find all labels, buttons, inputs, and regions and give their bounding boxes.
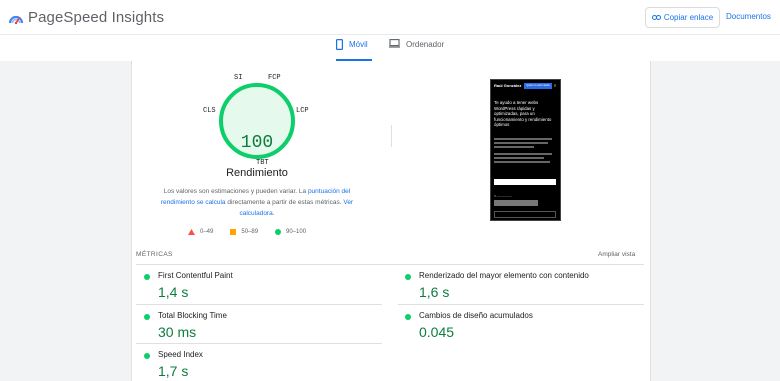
- metric-value: 0.045: [419, 324, 455, 340]
- tab-desktop[interactable]: Ordenador: [389, 39, 451, 61]
- screenshot-input-1: [494, 179, 556, 185]
- top-bar: PageSpeed Insights Copiar enlace Documen…: [0, 0, 780, 35]
- hamburger-menu-icon: ≡: [554, 83, 557, 88]
- screenshot-gray-bar: [494, 200, 538, 206]
- pagespeed-logo-icon: [9, 15, 23, 24]
- performance-title: Rendimiento: [226, 167, 288, 179]
- vertical-divider: [391, 125, 392, 147]
- gauge-tag-si: SI: [234, 74, 243, 82]
- gauge-tag-lcp: LCP: [296, 107, 309, 115]
- device-tabs: Móvil Ordenador: [0, 35, 780, 61]
- metric-name: Total Blocking Time: [158, 311, 227, 320]
- description-text-1: Los valores son estimaciones y pueden va…: [163, 188, 308, 195]
- link-icon: [651, 15, 661, 20]
- metric-value: 30 ms: [158, 324, 197, 340]
- description-text-2: directamente a partir de estas métricas.: [225, 199, 344, 206]
- metric-value: 1,6 s: [419, 284, 450, 300]
- score-description: Los valores son estimaciones y pueden va…: [154, 186, 360, 219]
- metric-value: 1,7 s: [158, 363, 189, 379]
- smartphone-icon: [336, 39, 343, 50]
- metric-status-good-icon: [405, 314, 411, 320]
- metric-status-good-icon: [144, 353, 150, 359]
- tab-desktop-label: Ordenador: [406, 40, 445, 49]
- metric-value: 1,4 s: [158, 284, 189, 300]
- metric-name: Speed Index: [158, 350, 203, 359]
- square-icon: [230, 229, 237, 235]
- app-logo[interactable]: PageSpeed Insights: [9, 9, 164, 26]
- legend-range-good: 90–100: [286, 229, 307, 235]
- metric-status-good-icon: [144, 314, 150, 320]
- legend-item-good: 90–100: [275, 229, 306, 235]
- metric-name: Renderizado del mayor elemento con conte…: [419, 271, 589, 280]
- metrics-divider-left: [136, 304, 382, 305]
- metric-name: First Contentful Paint: [158, 271, 233, 280]
- screenshot-header-button: Quiero tu web rápida: [524, 83, 552, 89]
- tab-mobile-label: Móvil: [349, 40, 368, 49]
- screenshot-box: [494, 211, 556, 218]
- screenshot-heading: Te ayudo a tener webs WordPress rápidas …: [494, 100, 552, 127]
- screenshot-site-name: Raúl González: [494, 83, 522, 88]
- gauge-tag-fcp: FCP: [268, 74, 281, 82]
- metric-status-good-icon: [144, 274, 150, 280]
- metrics-divider-right: [398, 304, 644, 305]
- metrics-divider-left-2: [136, 343, 382, 344]
- screenshot-checkbox: ☐ ——————: [494, 195, 512, 198]
- gauge-tag-cls: CLS: [203, 107, 216, 115]
- triangle-icon: [188, 229, 195, 235]
- metric-name: Cambios de diseño acumulados: [419, 311, 533, 320]
- copy-link-label: Copiar enlace: [663, 13, 714, 22]
- tab-mobile[interactable]: Móvil: [336, 39, 372, 61]
- docs-link[interactable]: Documentos: [726, 12, 771, 21]
- copy-link-button[interactable]: Copiar enlace: [645, 7, 720, 28]
- score-legend: 0–49 50–89 90–100: [188, 229, 323, 235]
- screenshot-body-placeholder: [494, 138, 558, 163]
- metrics-top-divider: [136, 264, 644, 265]
- report-card: SI FCP LCP TBT CLS 100 Rendimiento Los v…: [131, 61, 651, 381]
- metric-status-good-icon: [405, 274, 411, 280]
- legend-item-poor: 0–49: [188, 229, 213, 235]
- expand-view-link[interactable]: Ampliar vista: [598, 251, 635, 258]
- circle-icon: [275, 229, 282, 235]
- legend-range-average: 50–89: [241, 229, 259, 235]
- metrics-section-label: MÉTRICAS: [136, 251, 173, 258]
- desktop-icon: [389, 39, 400, 48]
- legend-range-poor: 0–49: [200, 229, 214, 235]
- app-title: PageSpeed Insights: [28, 9, 165, 26]
- legend-item-average: 50–89: [230, 229, 258, 235]
- page-screenshot: Raúl González Quiero tu web rápida ≡ Te …: [490, 79, 561, 221]
